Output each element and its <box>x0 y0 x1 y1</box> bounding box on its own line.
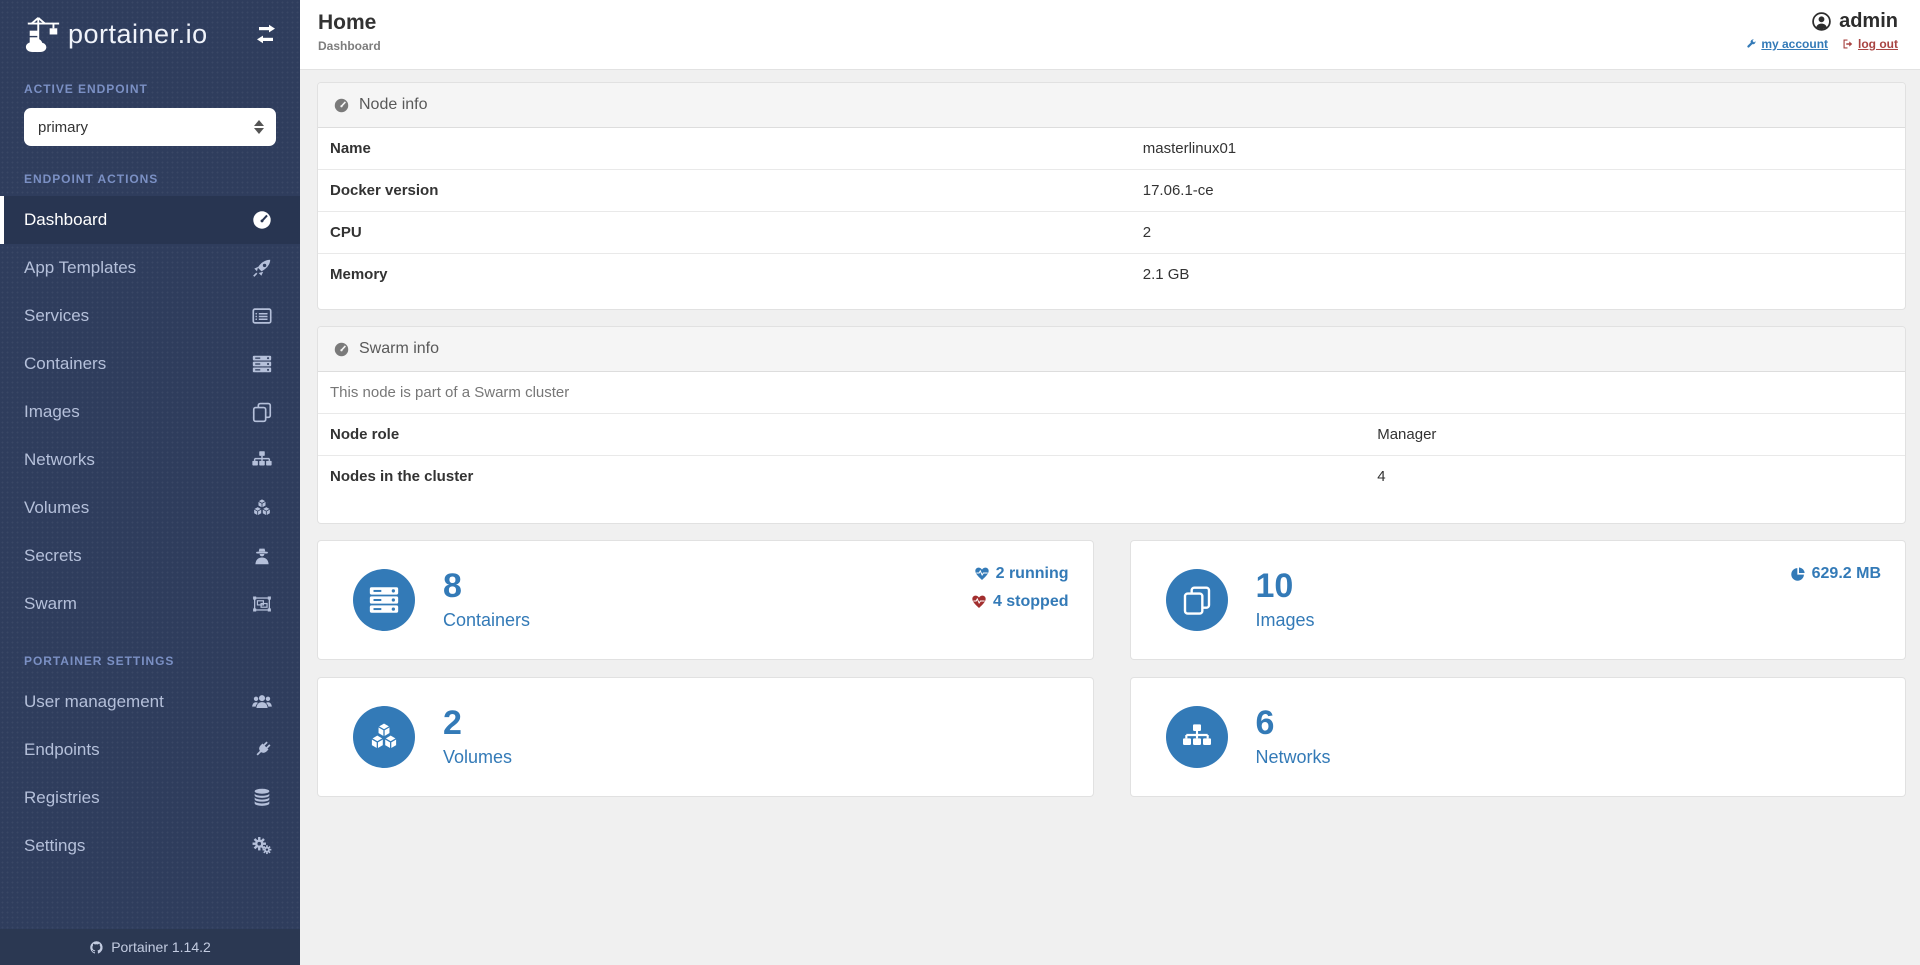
server-icon <box>353 569 415 631</box>
heartbeat-icon <box>974 566 990 582</box>
object-group-icon <box>250 592 274 616</box>
images-size: 629.2 MB <box>1790 560 1881 588</box>
sidebar-item-containers[interactable]: Containers <box>0 340 300 388</box>
tachometer-icon <box>333 341 350 358</box>
users-icon <box>250 690 274 714</box>
endpoint-actions-label: ENDPOINT ACTIONS <box>0 172 300 186</box>
sidebar-header: portainer.io <box>0 0 300 68</box>
username: admin <box>1839 10 1898 33</box>
node-info-header: Node info <box>318 83 1905 128</box>
sidebar: portainer.io ACTIVE ENDPOINT primary END… <box>0 0 300 965</box>
sitemap-icon <box>1166 706 1228 768</box>
sidebar-item-swarm[interactable]: Swarm <box>0 580 300 628</box>
logo-text: portainer.io <box>68 19 208 50</box>
swarm-info-title: Swarm info <box>359 340 439 358</box>
table-row: CPU2 <box>318 212 1905 254</box>
images-count: 10 <box>1256 569 1315 603</box>
tachometer-icon <box>333 97 350 114</box>
sidebar-item-endpoints[interactable]: Endpoints <box>0 726 300 774</box>
swarm-info-panel: Swarm info This node is part of a Swarm … <box>318 327 1905 523</box>
containers-label: Containers <box>443 610 530 631</box>
table-row: Node roleManager <box>318 414 1905 456</box>
footer-version-text: Portainer 1.14.2 <box>111 939 211 955</box>
images-tile[interactable]: 10 Images 629.2 MB <box>1131 541 1906 659</box>
portainer-app: portainer.io ACTIVE ENDPOINT primary END… <box>0 0 1920 965</box>
table-row: Nodes in the cluster4 <box>318 456 1905 497</box>
logout-link[interactable]: log out <box>1842 37 1898 51</box>
list-alt-icon <box>250 304 274 328</box>
sidebar-item-volumes[interactable]: Volumes <box>0 484 300 532</box>
containers-stopped: 4 stopped <box>971 588 1069 616</box>
active-endpoint-label: ACTIVE ENDPOINT <box>0 82 300 96</box>
sidebar-toggle-button[interactable] <box>254 22 278 46</box>
rocket-icon <box>250 256 274 280</box>
pie-chart-icon <box>1790 566 1806 582</box>
settings-menu: User management Endpoints Registries Set… <box>0 678 300 870</box>
user-circle-icon <box>1811 11 1832 32</box>
sidebar-footer-link[interactable]: Portainer 1.14.2 <box>0 929 300 965</box>
swarm-cluster-note: This node is part of a Swarm cluster <box>318 372 1905 414</box>
table-row: Docker version17.06.1-ce <box>318 170 1905 212</box>
sidebar-item-images[interactable]: Images <box>0 388 300 436</box>
clone-icon <box>1166 569 1228 631</box>
volumes-tile[interactable]: 2 Volumes <box>318 678 1093 796</box>
containers-tile[interactable]: 8 Containers 2 running <box>318 541 1093 659</box>
user-secret-icon <box>250 544 274 568</box>
sign-out-icon <box>1842 38 1854 50</box>
github-icon <box>89 940 104 955</box>
images-label: Images <box>1256 610 1315 631</box>
volumes-label: Volumes <box>443 747 512 768</box>
database-icon <box>250 786 274 810</box>
exchange-icon <box>254 22 278 46</box>
sidebar-item-user-management[interactable]: User management <box>0 678 300 726</box>
server-icon <box>250 352 274 376</box>
clone-icon <box>250 400 274 424</box>
endpoint-select[interactable]: primary <box>24 108 276 146</box>
containers-running: 2 running <box>971 560 1069 588</box>
cubes-icon <box>353 706 415 768</box>
dashboard-tiles: 8 Containers 2 running <box>318 541 1905 816</box>
sitemap-icon <box>250 448 274 472</box>
crane-logo-icon <box>24 14 62 54</box>
user-box: admin my account log out <box>1745 10 1898 69</box>
breadcrumb[interactable]: Dashboard <box>318 39 381 53</box>
endpoint-select-value: primary <box>38 119 88 136</box>
heartbeat-icon <box>971 594 987 610</box>
networks-count: 6 <box>1256 706 1331 740</box>
node-info-title: Node info <box>359 96 428 114</box>
plug-icon <box>250 738 274 762</box>
containers-count: 8 <box>443 569 530 603</box>
portainer-logo[interactable]: portainer.io <box>24 14 208 54</box>
my-account-link[interactable]: my account <box>1745 37 1828 51</box>
endpoint-menu: Dashboard App Templates Services Contain… <box>0 196 300 628</box>
volumes-count: 2 <box>443 706 512 740</box>
wrench-icon <box>1745 38 1757 50</box>
portainer-settings-label: PORTAINER SETTINGS <box>0 654 300 668</box>
select-arrows-icon <box>254 120 264 134</box>
sidebar-item-secrets[interactable]: Secrets <box>0 532 300 580</box>
page-title: Home <box>318 10 381 36</box>
table-row: Memory2.1 GB <box>318 254 1905 295</box>
networks-tile[interactable]: 6 Networks <box>1131 678 1906 796</box>
node-info-panel: Node info Namemasterlinux01 Docker versi… <box>318 83 1905 309</box>
sidebar-item-settings[interactable]: Settings <box>0 822 300 870</box>
sidebar-item-networks[interactable]: Networks <box>0 436 300 484</box>
tachometer-icon <box>250 208 274 232</box>
sidebar-item-registries[interactable]: Registries <box>0 774 300 822</box>
sidebar-item-dashboard[interactable]: Dashboard <box>0 196 300 244</box>
networks-label: Networks <box>1256 747 1331 768</box>
sidebar-item-services[interactable]: Services <box>0 292 300 340</box>
dashboard-content: Node info Namemasterlinux01 Docker versi… <box>300 70 1920 816</box>
cogs-icon <box>250 834 274 858</box>
cubes-icon <box>250 496 274 520</box>
sidebar-item-app-templates[interactable]: App Templates <box>0 244 300 292</box>
page-header: Home Dashboard admin my account <box>300 0 1920 70</box>
table-row: Namemasterlinux01 <box>318 128 1905 170</box>
main-content: Home Dashboard admin my account <box>300 0 1920 965</box>
swarm-info-header: Swarm info <box>318 327 1905 372</box>
